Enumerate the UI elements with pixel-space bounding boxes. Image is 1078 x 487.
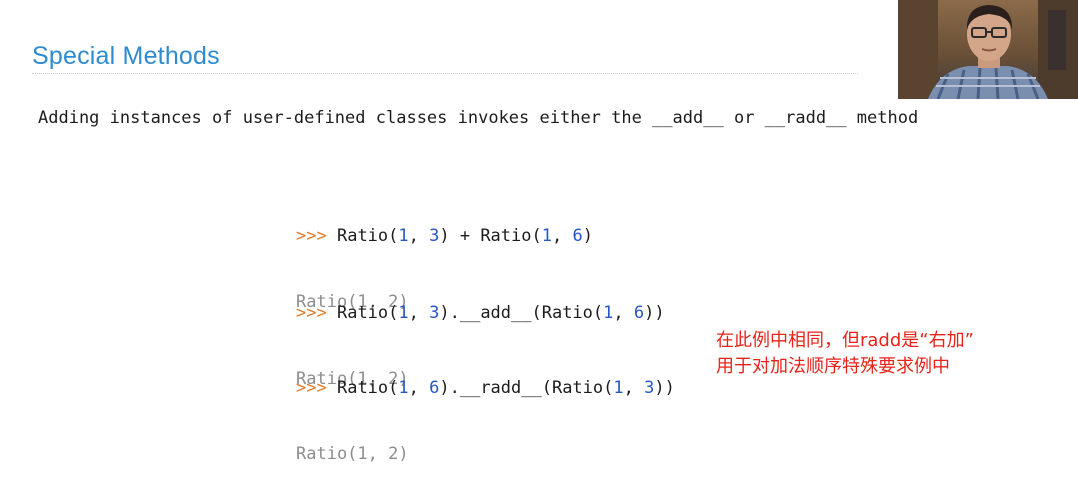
subtitle-caption: 在此例中相同，但radd是“右加” 用于对加法顺序特殊要求例中 bbox=[716, 328, 1056, 380]
code-output-line: Ratio(1, 2) bbox=[296, 444, 409, 464]
code-input-line: >>> Ratio(1, 3).__add__(Ratio(1, 6)) bbox=[296, 303, 665, 323]
title-divider bbox=[32, 73, 858, 74]
code-example-3: >>> Ratio(1, 6).__radd__(Ratio(1, 3)) Ra… bbox=[296, 333, 675, 487]
repl-prompt: >>> bbox=[296, 378, 327, 398]
intro-text: Adding instances of user-defined classes… bbox=[38, 108, 919, 128]
subtitle-line-1: 在此例中相同，但radd是“右加” bbox=[716, 330, 974, 351]
code-input-line: >>> Ratio(1, 6).__radd__(Ratio(1, 3)) bbox=[296, 378, 675, 398]
slide-title: Special Methods bbox=[32, 42, 220, 70]
presenter-video-icon bbox=[898, 0, 1078, 99]
subtitle-line-2: 用于对加法顺序特殊要求例中 bbox=[716, 356, 950, 377]
repl-prompt: >>> bbox=[296, 226, 327, 246]
repl-prompt: >>> bbox=[296, 303, 327, 323]
code-input-line: >>> Ratio(1, 3) + Ratio(1, 6) bbox=[296, 226, 593, 246]
